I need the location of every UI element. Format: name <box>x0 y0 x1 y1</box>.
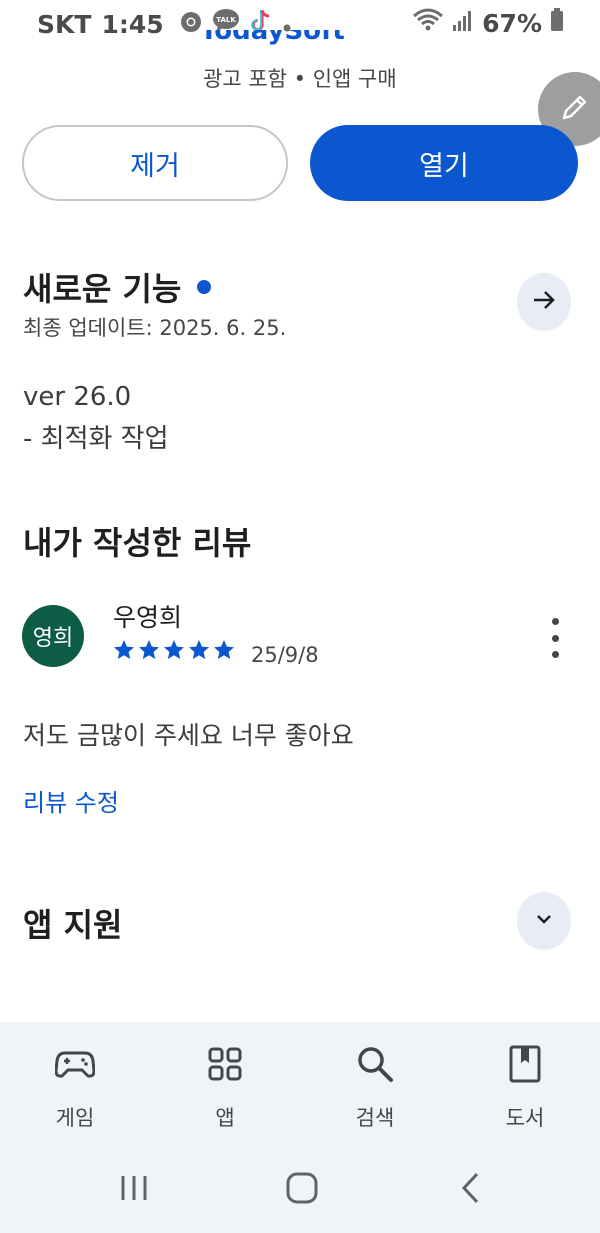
more-dot-icon <box>551 634 559 642</box>
release-notes-line-1: ver 26.0 <box>23 382 132 412</box>
bottom-navigation: 게임 앱 검색 도서 <box>0 1022 600 1233</box>
book-icon <box>509 1044 541 1084</box>
star-icon <box>214 640 234 659</box>
nav-label-apps: 앱 <box>215 1106 235 1130</box>
status-bar-right: 67% <box>412 8 564 38</box>
more-dot-icon <box>551 618 559 625</box>
chevron-down-icon <box>533 908 555 934</box>
review-text: 저도 금많이 주세요 너무 좋아요 <box>23 721 354 750</box>
gamepad-icon <box>55 1044 95 1084</box>
star-icon <box>114 640 134 659</box>
avatar: 영희 <box>22 605 84 667</box>
reviewer-name: 우영희 <box>113 603 183 632</box>
star-rating <box>112 638 236 662</box>
clock: 1:45 <box>101 9 164 39</box>
battery-icon <box>550 8 564 38</box>
nav-item-search[interactable]: 검색 <box>315 1044 435 1132</box>
app-support-title: 앱 지원 <box>23 906 123 944</box>
home-icon <box>285 1171 319 1209</box>
nav-label-books: 도서 <box>505 1106 545 1130</box>
app-support-expand-button[interactable] <box>517 892 571 950</box>
open-button[interactable]: 열기 <box>310 125 578 201</box>
chrome-icon <box>180 10 202 39</box>
last-updated: 최종 업데이트: 2025. 6. 25. <box>23 316 287 340</box>
search-icon <box>356 1044 394 1084</box>
nav-item-apps[interactable]: 앱 <box>165 1044 285 1132</box>
carrier-label: SKT <box>37 9 92 39</box>
battery-percent: 67% <box>482 8 542 38</box>
whats-new-arrow-button[interactable] <box>517 273 571 331</box>
svg-text:TALK: TALK <box>216 16 236 24</box>
home-button[interactable] <box>284 1170 320 1210</box>
whats-new-header: 새로운 기능 <box>23 264 212 310</box>
star-icon <box>139 640 159 659</box>
back-button[interactable] <box>456 1170 484 1210</box>
system-navigation-bar <box>0 1170 600 1210</box>
recent-apps-icon <box>119 1173 149 1207</box>
my-review-title: 내가 작성한 리뷰 <box>23 524 252 562</box>
review-date: 25/9/8 <box>251 643 319 667</box>
star-icon <box>189 640 209 659</box>
edit-review-link[interactable]: 리뷰 수정 <box>23 783 119 818</box>
wifi-icon <box>412 8 444 38</box>
nav-label-search: 검색 <box>355 1106 395 1130</box>
more-options-button[interactable] <box>540 618 570 658</box>
nav-label-games: 게임 <box>55 1106 95 1130</box>
app-name-clip: TodaySoft <box>200 30 400 52</box>
new-indicator-dot <box>197 280 212 294</box>
pencil-icon <box>558 90 592 128</box>
whats-new-title: 새로운 기능 <box>23 270 182 308</box>
release-notes-line-2: - 최적화 작업 <box>23 424 169 454</box>
signal-icon <box>452 9 474 38</box>
apps-grid-icon <box>208 1044 242 1084</box>
nav-item-books[interactable]: 도서 <box>465 1044 585 1132</box>
back-arrow-icon <box>459 1171 481 1209</box>
star-icon <box>164 640 184 659</box>
app-name: TodaySoft <box>200 30 345 46</box>
arrow-right-icon <box>530 286 558 318</box>
nav-item-games[interactable]: 게임 <box>15 1044 135 1132</box>
uninstall-button[interactable]: 제거 <box>22 125 288 201</box>
app-meta: 광고 포함 • 인앱 구매 <box>203 67 397 91</box>
more-dot-icon <box>551 651 559 658</box>
release-notes: ver 26.0 - 최적화 작업 <box>23 376 169 460</box>
recent-apps-button[interactable] <box>118 1170 150 1210</box>
